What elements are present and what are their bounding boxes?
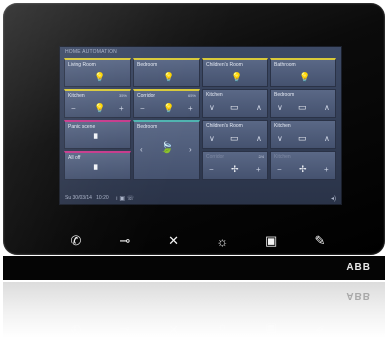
plus-icon[interactable]: + — [256, 166, 261, 174]
chevron-up-icon[interactable]: ∧ — [256, 135, 262, 143]
tile-label: Kitchen — [206, 92, 223, 98]
status-bar: Su 30/03/14 10:20 — [65, 195, 109, 201]
chevron-up-icon[interactable]: ∧ — [324, 104, 330, 112]
tile-label: Children's Room — [206, 62, 243, 68]
light-bulb-icon: 💡 — [94, 103, 106, 113]
tile-label: Bathroom — [274, 62, 296, 68]
dimmer-value: 35% — [118, 93, 127, 98]
chevron-down-icon[interactable]: ∨ — [209, 135, 215, 143]
chevron-right-icon[interactable]: › — [189, 146, 192, 154]
status-date: Su 30/03/14 — [65, 195, 92, 201]
tile-label: All off — [68, 155, 81, 161]
light-icon: ☼ — [216, 322, 228, 336]
key-icon[interactable]: ⊸ — [112, 232, 138, 250]
blind-icon: ▭ — [230, 102, 239, 112]
minus-icon[interactable]: − — [140, 105, 145, 113]
leaf-icon: 🍃 — [160, 142, 174, 154]
tile-label: Corridor — [137, 93, 156, 99]
display-icon: ▣ — [265, 322, 277, 336]
tile-kitchen-dimmer[interactable]: Kitchen 35% − 💡 + — [64, 89, 131, 118]
chevron-left-icon[interactable]: ‹ — [140, 146, 143, 154]
blind-icon: ▭ — [230, 133, 239, 143]
tile-label: Living Room — [68, 62, 96, 68]
plus-icon[interactable]: + — [324, 166, 329, 174]
volume-icon[interactable]: ◂) — [331, 195, 336, 202]
light-bulb-icon: 💡 — [299, 72, 311, 82]
tile-bedroom[interactable]: Bedroom 💡 — [133, 58, 200, 87]
light-icon[interactable]: ☼ — [209, 232, 235, 250]
tile-label: Bedroom — [137, 124, 158, 130]
tile-living-room[interactable]: Living Room 💡 — [64, 58, 131, 87]
chevron-up-icon[interactable]: ∧ — [256, 104, 262, 112]
tile-corridor-fan[interactable]: Corridor 2/4 − ✢ + — [202, 151, 268, 180]
scene-icon: ▘ — [94, 165, 101, 175]
tile-kitchen-blind-2[interactable]: Kitchen ∨ ▭ ∧ — [270, 120, 336, 149]
tool-icon: ✎ — [314, 322, 326, 336]
blind-icon: ▭ — [298, 133, 307, 143]
status-time: 10:20 — [96, 195, 109, 201]
light-bulb-icon: 💡 — [231, 72, 243, 82]
tile-kitchen-fan[interactable]: Kitchen − ✢ + — [270, 151, 336, 180]
brand-logo: ABB — [346, 262, 371, 273]
home-automation-screen: HOME AUTOMATION Living Room 💡 Bedroom 💡 … — [59, 46, 342, 205]
fan-icon: ✢ — [231, 164, 239, 174]
tile-all-off[interactable]: All off ▘ — [64, 151, 131, 180]
status-icons: ı ▣ ☏ — [116, 196, 135, 202]
phone-icon[interactable]: ✆ — [63, 232, 89, 250]
light-bulb-icon: 💡 — [163, 72, 175, 82]
fan-icon: ✢ — [299, 164, 307, 174]
screen-title: HOME AUTOMATION — [65, 49, 117, 55]
key-icon: ⊸ — [119, 322, 130, 336]
minus-icon[interactable]: − — [277, 166, 282, 174]
tile-label: Kitchen — [274, 154, 291, 160]
button-row-reflection: ✆ ⊸ ✕ ☼ ▣ ✎ — [63, 322, 333, 336]
tile-label: Bedroom — [274, 92, 295, 98]
tile-panic-scene[interactable]: Panic scene ▘ — [64, 120, 131, 149]
device-reflection: ABB ✆ ⊸ ✕ ☼ ▣ ✎ — [3, 282, 385, 338]
mute-icon[interactable]: ✕ — [161, 232, 187, 250]
plus-icon[interactable]: + — [188, 105, 193, 113]
blind-icon: ▭ — [298, 102, 307, 112]
brand-logo-reflection: ABB — [346, 290, 371, 301]
tile-childrens-room[interactable]: Children's Room 💡 — [202, 58, 268, 87]
tile-bedroom-blind[interactable]: Bedroom ∨ ▭ ∧ — [270, 89, 336, 118]
tile-bedroom-climate[interactable]: Bedroom ‹ 🍃 › — [133, 120, 200, 180]
scene-icon: ▘ — [94, 134, 101, 144]
tile-label: Kitchen — [274, 123, 291, 129]
plus-icon[interactable]: + — [119, 105, 124, 113]
phone-icon: ✆ — [70, 322, 82, 336]
tile-label: Bedroom — [137, 62, 158, 68]
tool-icon[interactable]: ✎ — [307, 232, 333, 250]
device-base: ABB — [3, 256, 385, 280]
tile-label: Kitchen — [68, 93, 85, 99]
chevron-up-icon[interactable]: ∧ — [324, 135, 330, 143]
chevron-down-icon[interactable]: ∨ — [209, 104, 215, 112]
minus-icon[interactable]: − — [209, 166, 214, 174]
dimmer-value: 65% — [187, 93, 196, 98]
chevron-down-icon[interactable]: ∨ — [277, 135, 283, 143]
tile-childrens-room-blind[interactable]: Children's Room ∨ ▭ ∧ — [202, 120, 268, 149]
tile-label: Corridor — [206, 154, 225, 160]
display-icon[interactable]: ▣ — [258, 232, 284, 250]
tile-label: Panic scene — [68, 124, 96, 130]
fan-level: 2/4 — [258, 154, 264, 159]
mute-icon: ✕ — [168, 322, 179, 336]
hardware-button-row: ✆ ⊸ ✕ ☼ ▣ ✎ — [63, 231, 333, 251]
minus-icon[interactable]: − — [71, 105, 76, 113]
tile-label: Children's Room — [206, 123, 243, 129]
tile-kitchen-blind[interactable]: Kitchen ∨ ▭ ∧ — [202, 89, 268, 118]
tile-bathroom[interactable]: Bathroom 💡 — [270, 58, 336, 87]
light-bulb-icon: 💡 — [163, 103, 175, 113]
touch-panel-device: HOME AUTOMATION Living Room 💡 Bedroom 💡 … — [3, 3, 385, 255]
light-bulb-icon: 💡 — [94, 72, 106, 82]
chevron-down-icon[interactable]: ∨ — [277, 104, 283, 112]
tile-corridor-dimmer[interactable]: Corridor 65% − 💡 + — [133, 89, 200, 118]
